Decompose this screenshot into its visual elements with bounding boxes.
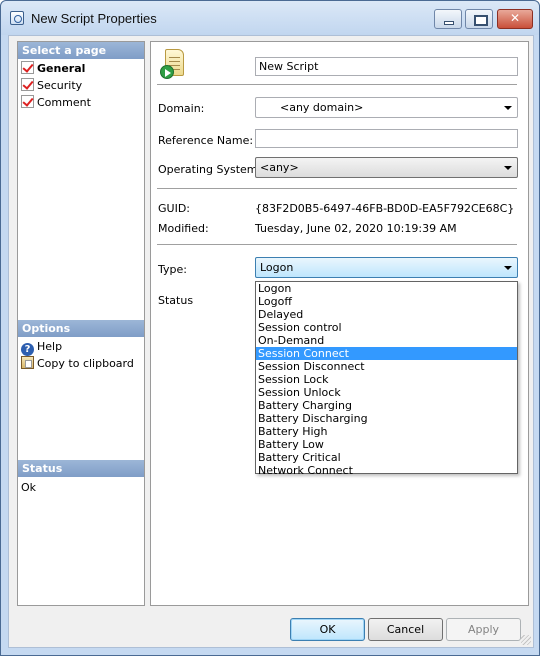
- operating-system-value: <any>: [260, 161, 299, 174]
- help-label: Help: [37, 340, 63, 353]
- type-value: Logon: [260, 261, 294, 274]
- type-option[interactable]: Session Lock: [256, 373, 517, 386]
- domain-label: Domain:: [158, 102, 205, 115]
- type-option[interactable]: Logon: [256, 282, 517, 295]
- type-option[interactable]: Session control: [256, 321, 517, 334]
- properties-window: New Script Properties ✕ Select a page Ge…: [0, 0, 540, 656]
- status-value: Ok: [21, 481, 37, 494]
- page-item-general[interactable]: General: [21, 60, 85, 77]
- help-link[interactable]: ? Help: [21, 338, 63, 356]
- type-option[interactable]: Battery Critical: [256, 451, 517, 464]
- cancel-button[interactable]: Cancel: [368, 618, 443, 641]
- modified-label: Modified:: [158, 222, 209, 235]
- status-header: Status: [18, 460, 144, 477]
- type-option[interactable]: Network Connect: [256, 464, 517, 477]
- type-option[interactable]: Battery Charging: [256, 399, 517, 412]
- domain-value: <any domain>: [280, 101, 364, 114]
- close-icon: ✕: [509, 11, 521, 25]
- type-option[interactable]: On-Demand: [256, 334, 517, 347]
- chevron-down-icon: [504, 106, 512, 110]
- page-item-comment[interactable]: Comment: [21, 94, 91, 111]
- type-option[interactable]: Battery Discharging: [256, 412, 517, 425]
- navigation-panel: Select a page General Security Comment O…: [17, 41, 145, 606]
- type-option[interactable]: Session Unlock: [256, 386, 517, 399]
- guid-value: {83F2D0B5-6497-46FB-BD0D-EA5F792CE68C}: [255, 202, 515, 215]
- modified-value: Tuesday, June 02, 2020 10:19:39 AM: [255, 222, 457, 235]
- type-option[interactable]: Delayed: [256, 308, 517, 321]
- page-checklist-icon: [21, 95, 34, 108]
- window-title: New Script Properties: [31, 11, 157, 26]
- page-item-label: Security: [37, 79, 83, 92]
- resize-grip[interactable]: [521, 635, 531, 645]
- chevron-down-icon: [504, 266, 512, 270]
- apply-button[interactable]: Apply: [446, 618, 521, 641]
- select-page-header: Select a page: [18, 42, 144, 59]
- app-icon: [10, 11, 24, 25]
- separator: [157, 84, 517, 85]
- separator: [157, 244, 517, 245]
- options-header: Options: [18, 320, 144, 337]
- script-scroll-icon: [160, 48, 186, 80]
- maximize-button[interactable]: [465, 9, 493, 29]
- close-button[interactable]: ✕: [497, 9, 533, 29]
- clipboard-icon: [21, 356, 34, 369]
- title-bar[interactable]: New Script Properties ✕: [1, 1, 539, 35]
- operating-system-select[interactable]: <any>: [255, 157, 518, 178]
- copy-to-clipboard-link[interactable]: Copy to clipboard: [21, 355, 134, 372]
- type-option[interactable]: Battery High: [256, 425, 517, 438]
- page-item-label: Comment: [37, 96, 91, 109]
- chevron-down-icon: [504, 166, 512, 170]
- page-checklist-icon: [21, 61, 34, 74]
- type-option[interactable]: Logoff: [256, 295, 517, 308]
- type-option[interactable]: Session Disconnect: [256, 360, 517, 373]
- ok-button[interactable]: OK: [290, 618, 365, 641]
- type-label: Type:: [158, 263, 187, 276]
- type-select[interactable]: Logon: [255, 257, 518, 278]
- domain-select[interactable]: <any domain>: [255, 97, 518, 118]
- minimize-button[interactable]: [434, 9, 462, 29]
- operating-system-label: Operating System:: [158, 163, 262, 176]
- page-checklist-icon: [21, 78, 34, 91]
- reference-name-label: Reference Name:: [158, 134, 254, 147]
- script-name-input[interactable]: New Script: [255, 57, 518, 76]
- reference-name-input[interactable]: [255, 129, 518, 148]
- page-item-label: General: [37, 62, 86, 75]
- separator: [157, 188, 517, 189]
- guid-label: GUID:: [158, 202, 190, 215]
- copy-label: Copy to clipboard: [37, 357, 134, 370]
- page-item-security[interactable]: Security: [21, 77, 82, 94]
- type-option[interactable]: Battery Low: [256, 438, 517, 451]
- dialog-client-area: Select a page General Security Comment O…: [8, 35, 534, 648]
- status-field-label: Status: [158, 294, 194, 307]
- type-dropdown-list: Logon Logoff Delayed Session control On-…: [255, 281, 518, 477]
- general-page: New Script Domain: <any domain> Referenc…: [150, 41, 529, 606]
- type-option-highlighted[interactable]: Session Connect: [256, 347, 517, 360]
